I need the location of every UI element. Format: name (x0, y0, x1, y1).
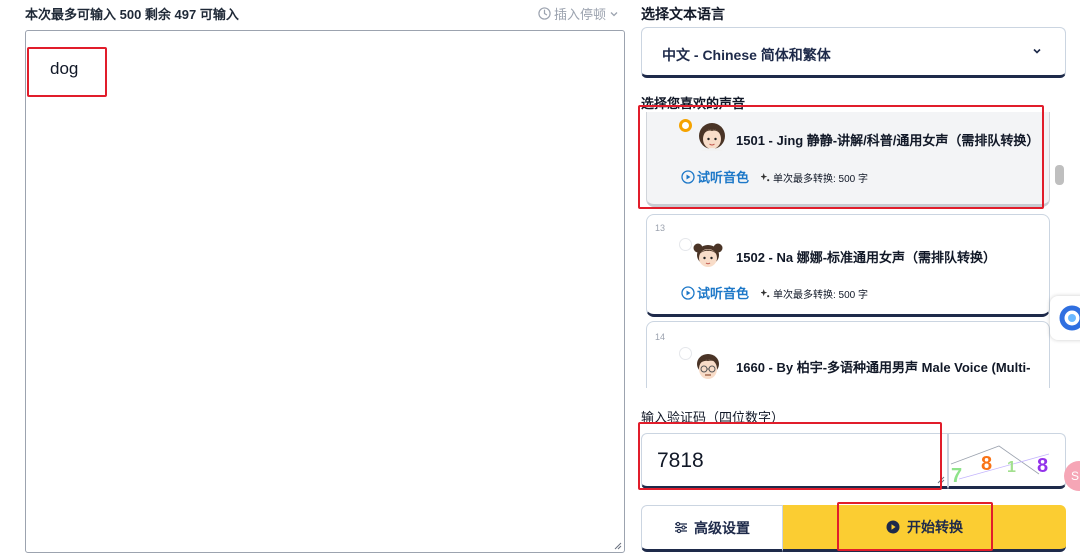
avatar-female-buns-icon (693, 243, 723, 267)
start-convert-button[interactable]: 开始转换 (783, 505, 1066, 552)
sliders-icon (675, 521, 687, 534)
voice-name: 1660 - By 柏宇-多语种通用男声 Male Voice (Multi- (736, 360, 1031, 375)
listen-button[interactable]: 试听音色 (681, 283, 749, 302)
insert-pause-button[interactable]: 插入停顿 (538, 4, 619, 23)
voice-card[interactable]: 14 1660 - By 柏宇-多语种通用男声 Male Voice (Mult… (646, 321, 1050, 388)
start-convert-label: 开始转换 (907, 519, 963, 535)
voice-card[interactable]: 1501 - Jing 静静-讲解/科普/通用女声（需排队转换） 试听音色 单次… (646, 112, 1050, 207)
voice-name: 1502 - Na 娜娜-标准通用女声（需排队转换） (736, 250, 997, 265)
resize-handle-icon[interactable] (613, 541, 622, 550)
clock-icon (538, 7, 551, 20)
max-chars-info: 单次最多转换: 500 字 (761, 286, 868, 301)
voice-card[interactable]: 13 1502 - Na 娜娜-标准通用女声（需排队转换） 试听音色 单次最多转… (646, 214, 1050, 317)
voice-radio[interactable] (679, 347, 692, 360)
voice-index: 13 (655, 223, 666, 233)
insert-pause-label: 插入停顿 (554, 7, 607, 22)
chevron-down-icon (610, 11, 618, 16)
voice-index: 14 (655, 332, 666, 342)
captcha-digit: 1 (1007, 459, 1016, 476)
voice-section-label: 选择您喜欢的声音 (641, 96, 746, 111)
voice-radio-selected[interactable] (679, 119, 692, 132)
sparkle-icon (761, 173, 770, 182)
language-selected-value: 中文 - Chinese 简体和繁体 (662, 47, 831, 63)
listen-label: 试听音色 (697, 170, 750, 185)
captcha-digit: 8 (1037, 455, 1048, 477)
voice-list[interactable]: 1501 - Jing 静静-讲解/科普/通用女声（需排队转换） 试听音色 单次… (641, 112, 1061, 388)
voice-list-scrollbar[interactable] (1055, 165, 1064, 185)
text-input-area[interactable] (25, 30, 625, 553)
chat-bubble-icon[interactable]: S (1064, 461, 1080, 491)
language-section-label: 选择文本语言 (641, 6, 725, 22)
resize-handle-icon[interactable] (936, 475, 945, 484)
captcha-label: 输入验证码（四位数字） (641, 410, 785, 425)
play-circle-icon (681, 169, 695, 184)
voice-name: 1501 - Jing 静静-讲解/科普/通用女声（需排队转换） (736, 133, 1040, 148)
play-circle-icon (681, 285, 695, 300)
play-circle-icon (886, 520, 900, 534)
max-chars-text: 单次最多转换: 500 字 (773, 174, 869, 185)
advanced-settings-button[interactable]: 高级设置 (641, 505, 783, 552)
captcha-digit: 8 (981, 453, 992, 475)
char-counter: 本次最多可输入 500 剩余 497 可输入 (25, 7, 239, 22)
voice-radio[interactable] (679, 238, 692, 251)
max-chars-info: 单次最多转换: 500 字 (761, 170, 868, 185)
avatar-female-icon (699, 123, 725, 151)
floating-widget[interactable] (1050, 296, 1080, 340)
captcha-input-value: 7818 (657, 449, 704, 472)
listen-label: 试听音色 (697, 286, 750, 301)
captcha-digit: 7 (951, 465, 962, 487)
app-logo-icon (1059, 305, 1080, 331)
max-chars-text: 单次最多转换: 500 字 (773, 290, 869, 301)
advanced-settings-label: 高级设置 (694, 519, 750, 536)
captcha-image[interactable]: 7 8 1 8 (948, 433, 1066, 489)
sparkle-icon (761, 289, 770, 298)
listen-button[interactable]: 试听音色 (681, 167, 749, 186)
chevron-down-icon (1033, 48, 1041, 54)
text-input-value: dog (50, 59, 79, 78)
avatar-male-glasses-icon (697, 354, 719, 379)
captcha-graphic: 7 8 1 8 (950, 445, 1050, 487)
